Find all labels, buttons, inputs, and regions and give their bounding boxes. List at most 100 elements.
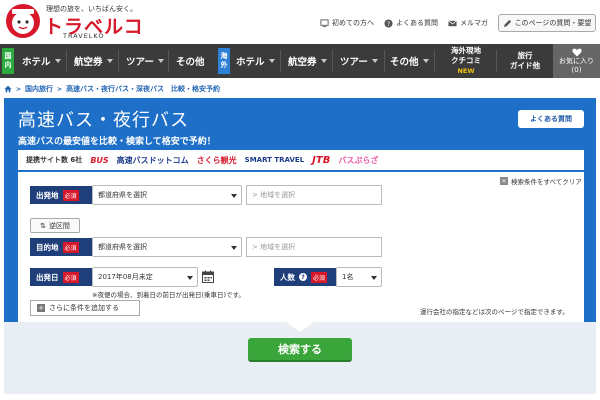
required-badge: 必須 <box>311 271 328 283</box>
clear-conditions-button[interactable]: ✕ 検索条件をすべてクリア <box>500 176 582 186</box>
departure-area-input[interactable]: > 地域を選択 <box>246 185 382 205</box>
departure-label-text: 出発地 <box>36 190 59 200</box>
required-badge: 必須 <box>62 189 79 201</box>
chevron-down-icon <box>422 59 429 63</box>
nav-domestic-tour[interactable]: ツアー <box>126 44 164 78</box>
nav-item-label: ツアー <box>340 57 368 68</box>
partner-sites-bar: 提携サイト数 6社 BUS 高速バスドットコム さくら観光 SMART TRAV… <box>18 150 584 170</box>
nav-divider <box>496 50 497 72</box>
util-link-newsletter[interactable]: メルマガ <box>448 18 488 28</box>
arrival-label-text: 目的地 <box>36 242 59 252</box>
nav-overseas-hotel[interactable]: ホテル <box>236 44 275 78</box>
partner-logo-sakura: さくら観光 <box>196 155 237 165</box>
departure-date-select[interactable]: 2017年08月未定 <box>92 267 198 287</box>
utility-links: 初めての方へ ? よくある質問 メルマガ <box>320 18 488 28</box>
clear-conditions-label: 検索条件をすべてクリア <box>511 178 582 186</box>
date-label-text: 出発日 <box>36 272 59 282</box>
home-icon[interactable] <box>4 85 12 93</box>
calendar-icon[interactable] <box>202 270 214 283</box>
partner-logo-busplaza: バスぷらざ <box>338 155 379 165</box>
departure-label: 出発地 必須 <box>30 186 92 204</box>
overseas-badge-char: 海 <box>220 52 228 60</box>
arrival-area-input[interactable]: > 地域を選択 <box>246 237 382 257</box>
nav-overseas-tour[interactable]: ツアー <box>340 44 378 78</box>
nav-item-label: 航空券 <box>288 57 317 68</box>
overseas-badge: 海 外 <box>218 48 230 74</box>
nav-kuchikomi-line: クチコミ <box>451 56 481 65</box>
chevron-down-icon <box>54 59 61 63</box>
departure-prefecture-value: 都道府県を選択 <box>98 191 147 199</box>
page-lead: 高速バスの最安値を比較・検索して格安で予約！ <box>18 137 216 147</box>
nav-guide-line: ガイド他 <box>510 61 540 70</box>
logo-subtitle: TRAVELKO <box>63 32 105 40</box>
bus-search-panel: 高速バス・夜行バス 高速バスの最安値を比較・検索して格安で予約！ よくある質問 … <box>4 98 596 394</box>
nav-kuchikomi[interactable]: 海外現地 クチコミ NEW <box>440 44 492 78</box>
page-feedback-label: このページの質問・要望 <box>514 19 592 27</box>
faq-button[interactable]: よくある質問 <box>518 110 584 128</box>
breadcrumb-domestic[interactable]: 国内旅行 <box>25 84 53 94</box>
domestic-badge-char: 国 <box>4 52 12 60</box>
nav-item-label: その他 <box>390 57 419 68</box>
nav-item-label: その他 <box>176 57 205 68</box>
nav-divider <box>118 50 119 72</box>
partner-logo-busbookmark: BUS <box>90 155 109 165</box>
people-select[interactable]: 1名 <box>336 267 382 287</box>
nav-item-label: ツアー <box>126 57 154 68</box>
mascot-logo-icon[interactable] <box>4 2 42 40</box>
search-button[interactable]: 検索する <box>248 338 352 362</box>
partner-count-label: 提携サイト数 6社 <box>26 156 83 164</box>
page-feedback-button[interactable]: このページの質問・要望 <box>498 14 596 32</box>
dropdown-arrow-icon <box>231 246 237 250</box>
nav-divider <box>384 50 385 72</box>
edit-icon <box>503 19 511 27</box>
dropdown-arrow-icon <box>187 276 193 280</box>
date-note: ※夜便の場合、到着日の前日が出発日(乗車日)です。 <box>92 291 245 299</box>
nav-divider <box>66 50 67 72</box>
site-header: 理想の旅を、いちばん安く。 トラベルコ TRAVELKO 初めての方へ ? よく… <box>0 0 600 44</box>
util-link-faq[interactable]: ? よくある質問 <box>384 18 438 28</box>
add-condition-button[interactable]: + さらに条件を追加する <box>30 300 140 316</box>
nav-domestic-air[interactable]: 航空券 <box>74 44 113 78</box>
page-title: 高速バス・夜行バス <box>18 110 189 131</box>
nav-overseas-other[interactable]: その他 <box>390 44 429 78</box>
domestic-badge: 国 内 <box>2 48 14 74</box>
favorites-count: (0) <box>571 65 582 74</box>
nav-guide[interactable]: 旅行 ガイド他 <box>500 44 550 78</box>
chevron-down-icon <box>157 59 164 63</box>
nav-item-label: 航空券 <box>74 57 103 68</box>
partner-logo-smarttravel: SMART TRAVEL <box>244 156 305 164</box>
nav-domestic-hotel[interactable]: ホテル <box>22 44 61 78</box>
nav-guide-line: 旅行 <box>517 51 533 60</box>
date-label: 出発日 必須 <box>30 268 92 286</box>
nav-domestic-other[interactable]: その他 <box>176 44 205 78</box>
overseas-badge-char: 外 <box>220 61 228 69</box>
util-link-beginners[interactable]: 初めての方へ <box>320 18 374 28</box>
util-link-label: 初めての方へ <box>332 19 374 27</box>
departure-prefecture-select[interactable]: 都道府県を選択 <box>92 185 242 205</box>
nav-overseas-air[interactable]: 航空券 <box>288 44 327 78</box>
breadcrumb: > 国内旅行 > 高速バス・夜行バス・深夜バス 比較・格安予約 <box>0 82 600 96</box>
swap-route-button[interactable]: ⇅ 逆区間 <box>30 218 80 233</box>
partner-logo-jtb: JTB <box>312 154 331 166</box>
nav-divider <box>434 50 435 72</box>
mail-icon <box>448 20 457 26</box>
people-label: 人数 ? 必須 <box>274 268 336 286</box>
util-link-label: よくある質問 <box>396 19 438 27</box>
monitor-icon <box>320 18 329 27</box>
help-icon[interactable]: ? <box>299 273 307 281</box>
arrival-prefecture-select[interactable]: 都道府県を選択 <box>92 237 242 257</box>
chevron-down-icon <box>106 59 113 63</box>
question-icon: ? <box>384 18 393 27</box>
swap-arrows-icon: ⇅ <box>40 221 46 230</box>
caret-down-icon <box>286 322 314 332</box>
operator-note: 運行会社の指定などは次のページで指定できます。 <box>420 308 569 316</box>
favorites-button[interactable]: お気に入り (0) <box>553 44 600 78</box>
main-navbar: 国 内 ホテル 航空券 ツアー その他 海 外 ホテル 航空券 ツアー その他 … <box>0 44 600 78</box>
nav-item-label: ホテル <box>22 57 51 68</box>
swap-route-label: 逆区間 <box>48 221 70 230</box>
chevron-down-icon <box>371 59 378 63</box>
plus-icon: + <box>37 304 45 312</box>
people-value: 1名 <box>342 273 354 281</box>
people-label-text: 人数 <box>280 272 295 282</box>
util-link-label: メルマガ <box>460 19 488 27</box>
